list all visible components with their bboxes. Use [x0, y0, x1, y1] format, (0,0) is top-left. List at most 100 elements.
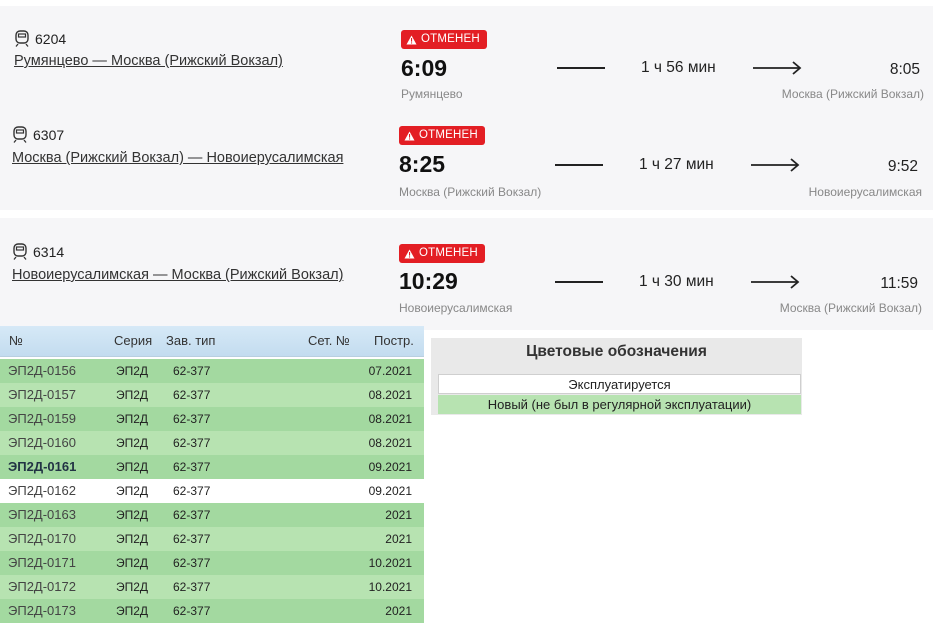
color-legend: Цветовые обозначения Эксплуатируется Нов… [431, 338, 802, 415]
row-built: 09.2021 [368, 460, 412, 474]
row-series: ЭП2Д [116, 532, 149, 546]
route-link[interactable]: Новоиерусалимская — Москва (Рижский Вокз… [12, 267, 343, 283]
timeline-dash [555, 164, 603, 166]
row-id[interactable]: ЭП2Д-0163 [8, 507, 76, 522]
row-id[interactable]: ЭП2Д-0172 [8, 579, 76, 594]
route-link[interactable]: Румянцево — Москва (Рижский Вокзал) [14, 53, 283, 69]
row-series: ЭП2Д [116, 364, 149, 378]
row-zav-type: 62-377 [173, 412, 211, 426]
row-series: ЭП2Д [116, 580, 149, 594]
arrival-time: 8:05 [889, 61, 920, 78]
train-number-text: 6314 [33, 243, 65, 260]
row-series: ЭП2Д [116, 388, 149, 402]
train-icon [13, 243, 27, 260]
header-built[interactable]: Постр. [374, 333, 414, 348]
train-number: 6307 [12, 126, 64, 143]
arrow-right-icon [753, 61, 802, 75]
status-badge: ОТМЕНЕН [399, 126, 485, 145]
table-row[interactable]: ЭП2Д-0160 ЭП2Д 62-377 08.2021 [0, 431, 424, 455]
departure-time: 8:25 [399, 151, 446, 177]
header-num[interactable]: № [9, 333, 23, 348]
table-row[interactable]: ЭП2Д-0156 ЭП2Д 62-377 07.2021 [0, 359, 424, 383]
trip-card-6204[interactable]: 6204 Румянцево — Москва (Рижский Вокзал)… [0, 6, 933, 106]
table-row[interactable]: ЭП2Д-0157 ЭП2Д 62-377 08.2021 [0, 383, 424, 407]
table-row[interactable]: ЭП2Д-0162 ЭП2Д 62-377 09.2021 [0, 479, 424, 503]
departure-time: 10:29 [399, 268, 458, 294]
warning-icon [406, 35, 417, 44]
row-zav-type: 62-377 [173, 580, 211, 594]
arrival-time: 11:59 [880, 275, 918, 292]
train-icon [13, 126, 27, 143]
row-zav-type: 62-377 [173, 388, 211, 402]
header-zav-type[interactable]: Зав. тип [166, 333, 215, 348]
trip-duration: 1 ч 56 мин [641, 59, 716, 76]
table-row[interactable]: ЭП2Д-0161 ЭП2Д 62-377 09.2021 [0, 455, 424, 479]
trip-card-6314[interactable]: 6314 Новоиерусалимская — Москва (Рижский… [0, 218, 933, 330]
row-id[interactable]: ЭП2Д-0173 [8, 603, 76, 618]
legend-new: Новый (не был в регулярной эксплуатации) [438, 395, 801, 414]
table-row[interactable]: ЭП2Д-0171 ЭП2Д 62-377 10.2021 [0, 551, 424, 575]
row-id[interactable]: ЭП2Д-0171 [8, 555, 76, 570]
row-id[interactable]: ЭП2Д-0170 [8, 531, 76, 546]
to-station: Новоиерусалимская [808, 185, 922, 199]
row-built: 09.2021 [368, 484, 412, 498]
table-row[interactable]: ЭП2Д-0163 ЭП2Д 62-377 2021 [0, 503, 424, 527]
legend-title: Цветовые обозначения [526, 343, 707, 360]
row-series: ЭП2Д [116, 412, 149, 426]
header-set-num[interactable]: Сет. № [308, 333, 350, 348]
table-row[interactable]: ЭП2Д-0173 ЭП2Д 62-377 2021 [0, 599, 424, 623]
warning-icon [404, 249, 415, 258]
route-link[interactable]: Москва (Рижский Вокзал) — Новоиерусалимс… [12, 150, 343, 166]
row-zav-type: 62-377 [173, 484, 211, 498]
to-station: Москва (Рижский Вокзал) [779, 301, 922, 315]
from-station: Новоиерусалимская [399, 301, 513, 315]
row-id[interactable]: ЭП2Д-0161 [8, 459, 76, 474]
table-row[interactable]: ЭП2Д-0170 ЭП2Д 62-377 2021 [0, 527, 424, 551]
row-zav-type: 62-377 [173, 532, 211, 546]
row-id[interactable]: ЭП2Д-0160 [8, 435, 76, 450]
trip-card-6307[interactable]: 6307 Москва (Рижский Вокзал) — Новоиерус… [0, 106, 933, 210]
warning-icon [404, 131, 415, 140]
train-number-text: 6204 [35, 30, 67, 47]
row-built: 10.2021 [368, 580, 412, 594]
row-built: 2021 [385, 508, 412, 522]
from-station: Москва (Рижский Вокзал) [399, 185, 542, 199]
table-row[interactable]: ЭП2Д-0172 ЭП2Д 62-377 10.2021 [0, 575, 424, 599]
row-series: ЭП2Д [116, 436, 149, 450]
row-id[interactable]: ЭП2Д-0162 [8, 483, 76, 498]
trip-duration: 1 ч 27 мин [639, 156, 714, 173]
to-station: Москва (Рижский Вокзал) [781, 87, 924, 101]
row-series: ЭП2Д [116, 556, 149, 570]
row-zav-type: 62-377 [173, 364, 211, 378]
row-built: 08.2021 [368, 388, 412, 402]
arrow-right-icon [751, 275, 800, 289]
rolling-stock-table: № Серия Зав. тип Сет. № Постр. ЭП2Д-0156… [0, 326, 424, 623]
row-series: ЭП2Д [116, 508, 149, 522]
status-text: ОТМЕНЕН [419, 247, 478, 259]
table-row[interactable]: ЭП2Д-0159 ЭП2Д 62-377 08.2021 [0, 407, 424, 431]
row-zav-type: 62-377 [173, 508, 211, 522]
arrival-time: 9:52 [887, 158, 918, 175]
row-zav-type: 62-377 [173, 436, 211, 450]
row-series: ЭП2Д [116, 604, 149, 618]
row-series: ЭП2Д [116, 460, 149, 474]
train-icon [15, 30, 29, 47]
row-built: 2021 [385, 604, 412, 618]
header-series[interactable]: Серия [114, 333, 152, 348]
row-built: 08.2021 [368, 412, 412, 426]
row-series: ЭП2Д [116, 484, 149, 498]
row-built: 07.2021 [368, 364, 412, 378]
row-built: 10.2021 [368, 556, 412, 570]
row-zav-type: 62-377 [173, 460, 211, 474]
row-id[interactable]: ЭП2Д-0156 [8, 363, 76, 378]
arrow-right-icon [751, 158, 800, 172]
row-id[interactable]: ЭП2Д-0157 [8, 387, 76, 402]
train-number: 6314 [12, 243, 64, 260]
timeline-dash [555, 281, 603, 283]
row-built: 2021 [385, 532, 412, 546]
legend-in-service: Эксплуатируется [438, 374, 801, 394]
status-badge: ОТМЕНЕН [399, 244, 485, 263]
row-id[interactable]: ЭП2Д-0159 [8, 411, 76, 426]
trip-duration: 1 ч 30 мин [639, 273, 714, 290]
table-header: № Серия Зав. тип Сет. № Постр. [0, 326, 424, 357]
